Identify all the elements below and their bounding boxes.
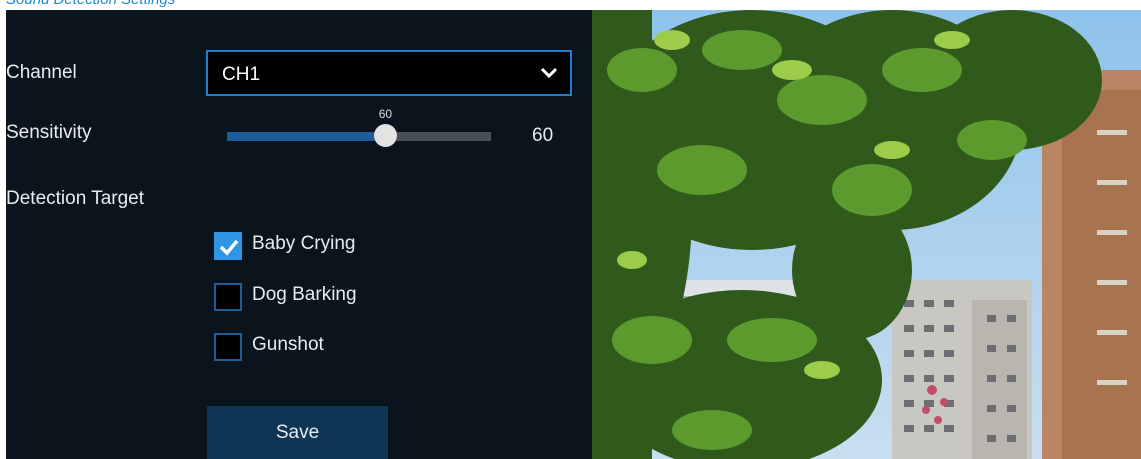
detection-target-label: Detection Target [6,188,145,209]
settings-panel: Channel CH1 Sensitivity 60 60 Detection … [6,10,592,459]
gunshot-label: Gunshot [252,334,324,355]
sensitivity-slider[interactable]: 60 [227,107,491,149]
sensitivity-value: 60 [532,125,554,146]
channel-select-value: CH1 [222,64,261,85]
page-breadcrumb: Sound Detection Settings [6,0,266,9]
sensitivity-label: Sensitivity [6,122,92,143]
gunshot-checkbox[interactable] [214,333,242,361]
baby-crying-checkbox[interactable] [214,232,242,260]
camera-preview [592,10,1141,459]
channel-label: Channel [6,62,77,83]
dog-barking-label: Dog Barking [252,284,357,305]
slider-tooltip: 60 [378,107,393,121]
save-button[interactable]: Save [207,406,388,459]
camera-preview-image [592,10,1141,459]
dog-barking-checkbox[interactable] [214,283,242,311]
baby-crying-label: Baby Crying [252,233,356,254]
channel-select[interactable]: CH1 [206,50,572,96]
chevron-down-icon [540,67,558,79]
slider-thumb[interactable] [374,124,398,147]
slider-fill [227,132,386,141]
checkmark-icon [219,239,239,256]
